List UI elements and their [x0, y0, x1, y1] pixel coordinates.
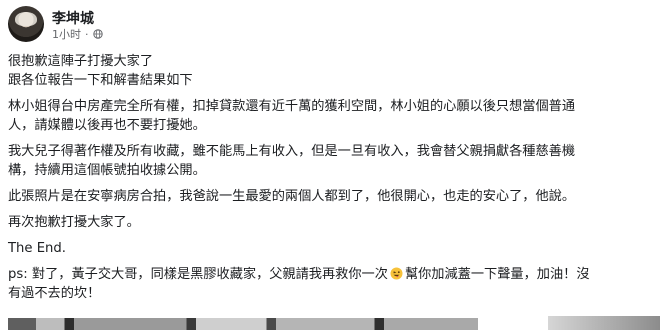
- globe-icon[interactable]: [92, 29, 103, 39]
- post-line: 此張照片是在安寧病房合拍，我爸說一生最愛的兩個人都到了，他很開心，也走的安心了，…: [8, 189, 576, 204]
- timestamp[interactable]: 1小时: [52, 26, 81, 42]
- post-line: 人，請媒體以後再也不要打擾她。: [8, 118, 206, 133]
- meta-separator: ·: [85, 27, 89, 41]
- post-photo[interactable]: [8, 318, 478, 330]
- post-line: 跟各位報告一下和解書結果如下: [8, 73, 193, 88]
- post-photo-secondary[interactable]: [548, 316, 660, 330]
- grinning-tongue-emoji-icon: [390, 267, 403, 280]
- post-line: 有過不去的坎！: [8, 286, 101, 301]
- post-line-ps: ps: 對了，黃子交大哥，同樣是黑膠收藏家，父親請我再救你一次 幫你加減蓋一下聲…: [8, 265, 653, 284]
- post-line: 很抱歉這陣子打擾大家了: [8, 54, 154, 69]
- ps-text-after-emoji: 幫你加減蓋一下聲量，加油！沒: [404, 267, 590, 282]
- post-line: 構，持續用這個帳號拍收據公開。: [8, 163, 206, 178]
- ps-text-before-emoji: ps: 對了，黃子交大哥，同樣是黑膠收藏家，父親請我再救你一次: [8, 267, 388, 282]
- post-line: 我大兒子得著作權及所有收藏，雖不能馬上有收入，但是一旦有收入，我會替父親捐獻各種…: [8, 144, 576, 159]
- avatar[interactable]: [8, 6, 44, 42]
- post-line: 再次抱歉打擾大家了。: [8, 215, 140, 230]
- author-name[interactable]: 李坤城: [52, 8, 94, 28]
- post-line: 林小姐得台中房產完全所有權，扣掉貸款還有近千萬的獲利空間，林小姐的心願以後只想當…: [8, 99, 576, 114]
- post-line: The End.: [8, 241, 66, 256]
- post-body: 很抱歉這陣子打擾大家了 跟各位報告一下和解書結果如下 林小姐得台中房產完全所有權…: [8, 52, 653, 303]
- post-meta: 1小时 ·: [52, 26, 103, 42]
